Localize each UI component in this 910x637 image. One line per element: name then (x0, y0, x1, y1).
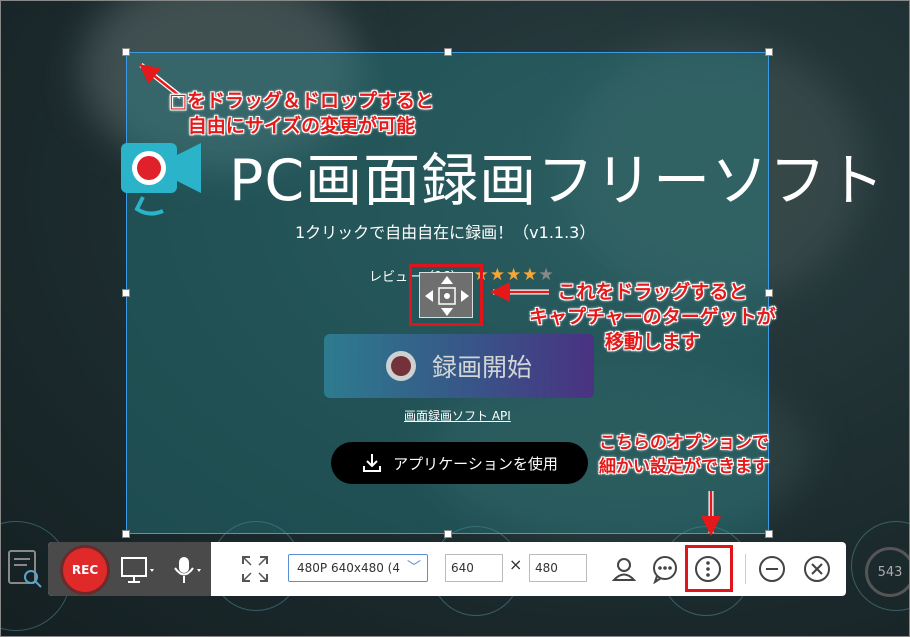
toolbar-divider (745, 554, 746, 584)
move-handle[interactable] (419, 272, 473, 318)
brand-title: PC画面録画フリーソフト (229, 148, 886, 214)
api-link[interactable]: 画面録画ソフト API (404, 407, 511, 424)
resize-handle-bottom[interactable] (444, 530, 452, 538)
drag-note: これをドラッグすると キャプチャーのターゲットが 移動します (529, 280, 776, 355)
dimension-separator: × (509, 555, 523, 574)
fullscreen-icon[interactable] (240, 554, 270, 584)
width-input[interactable]: 640 (445, 554, 503, 582)
options-note-line: こちらのオプションで (599, 433, 769, 453)
height-input[interactable]: 480 (529, 554, 587, 582)
resize-handle-top-right[interactable] (765, 48, 773, 56)
resolution-preset-select[interactable]: 480P 640x480 (4 ﹀ (288, 554, 428, 582)
drag-note-line: 移動します (604, 331, 700, 353)
move-arrows-icon (425, 276, 469, 316)
download-icon (363, 454, 382, 472)
resize-handle-left[interactable] (122, 289, 130, 297)
use-application-button[interactable]: アプリケーションを使用 (331, 442, 588, 484)
resolution-preset-value: 480P 640x480 (4 (297, 561, 400, 575)
side-counter: 543 (865, 547, 909, 597)
resize-note-line: 自由にサイズの変更が可能 (187, 115, 416, 137)
resize-handle-bottom-right[interactable] (765, 530, 773, 538)
microphone-icon[interactable] (170, 555, 204, 585)
rec-button[interactable]: REC (63, 548, 107, 592)
drag-note-line: これをドラッグすると (557, 281, 748, 303)
camera-icon (121, 143, 201, 216)
tagline: 1クリックで自由自在に録画！（v1.1.3） (295, 223, 596, 242)
resize-note: □をドラッグ＆ドロップすると 自由にサイズの変更が可能 (169, 89, 434, 139)
monitor-icon[interactable] (120, 555, 156, 585)
recording-toolbar: REC 480P 640x480 (4 ﹀ 640 × 480 (48, 542, 846, 596)
options-note-line: 細かい設定ができます (599, 457, 769, 477)
resize-handle-top-left[interactable] (122, 48, 130, 56)
resize-handle-bottom-left[interactable] (122, 530, 130, 538)
record-dot-icon (385, 351, 416, 381)
drag-note-line: キャプチャーのターゲットが (529, 306, 776, 328)
move-handle-highlight (409, 264, 483, 326)
close-icon[interactable] (802, 554, 832, 584)
desktop-background: PC画面録画フリーソフト 1クリックで自由自在に録画！（v1.1.3） レビュー… (0, 0, 910, 637)
options-note: こちらのオプションで 細かい設定ができます (599, 431, 769, 479)
rec-section: REC (48, 542, 211, 596)
resize-handle-top[interactable] (444, 48, 452, 56)
resize-note-line: □をドラッグ＆ドロップすると (169, 90, 434, 112)
more-options-icon[interactable] (693, 554, 723, 584)
webcam-icon[interactable] (609, 554, 639, 584)
minimize-icon[interactable] (757, 554, 787, 584)
screenshot-tool-icon[interactable] (7, 549, 43, 589)
record-start-label: 録画開始 (431, 353, 532, 382)
annotation-icon[interactable] (650, 554, 680, 584)
use-application-label: アプリケーションを使用 (393, 454, 558, 473)
chevron-down-icon: ﹀ (407, 560, 421, 576)
